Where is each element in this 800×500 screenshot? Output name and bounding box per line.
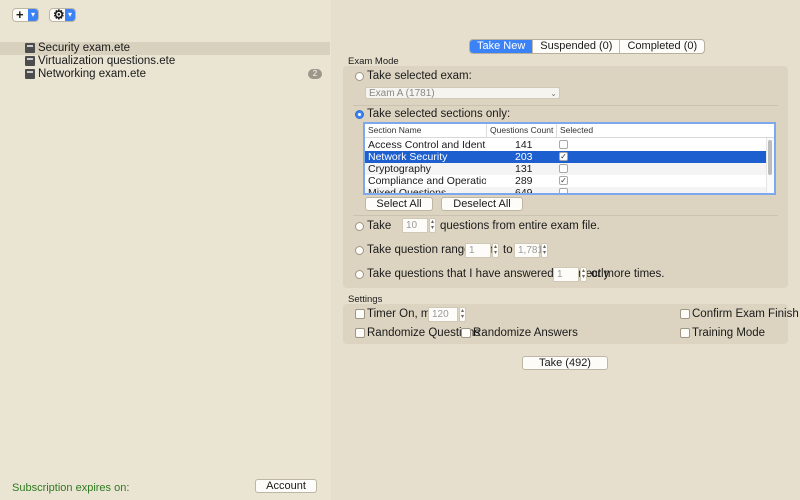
take-selected-exam-radio[interactable]: [355, 72, 364, 81]
plus-icon: +: [16, 7, 24, 22]
selected-checkbox[interactable]: [559, 164, 568, 173]
section-name: Network Security: [368, 151, 448, 163]
column-header-section-name[interactable]: Section Name: [365, 124, 487, 137]
questions-count: 141: [515, 139, 533, 151]
take-selected-exam-label: Take selected exam:: [367, 70, 472, 82]
table-row[interactable]: Network Security 203 ✓: [365, 151, 766, 163]
timer-checkbox[interactable]: [355, 309, 365, 319]
take-count-radio[interactable]: [355, 222, 364, 231]
account-button[interactable]: Account: [255, 479, 317, 493]
table-row[interactable]: Mixed Questions 649: [365, 187, 766, 195]
count-badge: 2: [308, 69, 322, 79]
incorrect-times-stepper[interactable]: ▴ ▾: [580, 267, 587, 282]
confirm-finish-checkbox[interactable]: [680, 309, 690, 319]
main-panel: Take New Suspended (0) Completed (0) Exa…: [331, 0, 800, 500]
take-selected-sections-label: Take selected sections only:: [367, 108, 511, 120]
deselect-all-button[interactable]: Deselect All: [441, 197, 523, 211]
exam-file-icon: [25, 43, 35, 53]
range-from-field[interactable]: 1: [465, 243, 491, 258]
randomize-answers-label: Randomize Answers: [473, 327, 578, 339]
divider: [353, 215, 778, 216]
take-prefix-label: Take: [367, 220, 392, 232]
questions-count: 203: [515, 151, 533, 163]
range-to-label: to: [503, 244, 513, 256]
table-row[interactable]: Compliance and Operational... 289 ✓: [365, 175, 766, 187]
tab-suspended[interactable]: Suspended (0): [532, 40, 619, 53]
gear-icon: ⚙: [53, 7, 65, 22]
training-mode-label: Training Mode: [692, 327, 766, 339]
chevron-down-icon: ⌄: [550, 89, 557, 98]
table-row[interactable]: Access Control and Identity... 141: [365, 139, 766, 151]
selected-checkbox[interactable]: ✓: [559, 152, 568, 161]
timer-stepper[interactable]: ▴ ▾: [459, 307, 466, 322]
question-range-radio[interactable]: [355, 246, 364, 255]
section-name: Access Control and Identity...: [368, 139, 486, 151]
divider: [353, 105, 778, 106]
timer-minutes-field[interactable]: 120: [428, 307, 458, 322]
table-row[interactable]: Cryptography 131: [365, 163, 766, 175]
table-scrollbar[interactable]: [766, 138, 774, 193]
column-header-selected[interactable]: Selected: [557, 124, 637, 137]
range-from-stepper[interactable]: ▴ ▾: [492, 243, 499, 258]
take-exam-button[interactable]: Take (492): [522, 356, 608, 370]
section-name: Compliance and Operational...: [368, 175, 486, 187]
randomize-questions-checkbox[interactable]: [355, 328, 365, 338]
file-item[interactable]: Virtualization questions.ete: [0, 55, 330, 68]
incorrect-answers-radio[interactable]: [355, 270, 364, 279]
file-name: Networking exam.ete: [38, 68, 147, 80]
confirm-finish-label: Confirm Exam Finish: [692, 308, 799, 320]
incorrect-times-field[interactable]: 1: [553, 267, 579, 282]
take-count-field[interactable]: 10: [402, 218, 428, 233]
section-name: Mixed Questions: [368, 187, 447, 195]
sidebar: + ▾ ⚙ ▾ Security exam.ete Virtualization…: [0, 0, 332, 500]
file-item[interactable]: Security exam.ete: [0, 42, 330, 55]
file-name: Virtualization questions.ete: [38, 55, 176, 67]
exam-select-value: Exam A (1781): [369, 88, 435, 99]
range-to-field[interactable]: 1,781: [514, 243, 543, 258]
questions-count: 649: [515, 187, 533, 195]
take-selected-sections-radio[interactable]: [355, 110, 364, 119]
column-header-questions-count[interactable]: Questions Count: [487, 124, 557, 137]
exam-select[interactable]: Exam A (1781) ⌄: [365, 87, 560, 99]
file-name: Security exam.ete: [38, 42, 131, 54]
questions-count: 131: [515, 163, 533, 175]
questions-count: 289: [515, 175, 533, 187]
chevron-down-icon: ▾: [28, 9, 38, 21]
randomize-answers-checkbox[interactable]: [461, 328, 471, 338]
take-count-stepper[interactable]: ▴ ▾: [429, 218, 436, 233]
selected-checkbox[interactable]: ✓: [559, 176, 568, 185]
add-button[interactable]: + ▾: [12, 7, 39, 22]
tab-completed[interactable]: Completed (0): [619, 40, 704, 53]
app-window: + ▾ ⚙ ▾ Security exam.ete Virtualization…: [0, 0, 800, 500]
selected-checkbox[interactable]: [559, 140, 568, 149]
selected-checkbox[interactable]: [559, 188, 568, 193]
subscription-label: Subscription expires on:: [12, 482, 130, 494]
settings-menu-button[interactable]: ⚙ ▾: [49, 7, 76, 22]
exam-file-icon: [25, 56, 35, 66]
incorrect-suffix-label: or more times.: [591, 268, 665, 280]
section-name: Cryptography: [368, 163, 432, 175]
chevron-down-icon: ▾: [65, 9, 75, 21]
sections-table: Section Name Questions Count Selected Ac…: [363, 122, 776, 195]
tab-bar: Take New Suspended (0) Completed (0): [469, 39, 706, 54]
select-all-button[interactable]: Select All: [365, 197, 433, 211]
tab-take-new[interactable]: Take New: [470, 40, 533, 53]
exam-file-icon: [25, 69, 35, 79]
file-item[interactable]: Networking exam.ete 2: [0, 68, 330, 81]
training-mode-checkbox[interactable]: [680, 328, 690, 338]
scroll-thumb[interactable]: [768, 140, 772, 175]
range-to-stepper[interactable]: ▴ ▾: [541, 243, 548, 258]
table-header: Section Name Questions Count Selected: [365, 124, 774, 138]
take-suffix-label: questions from entire exam file.: [440, 220, 600, 232]
